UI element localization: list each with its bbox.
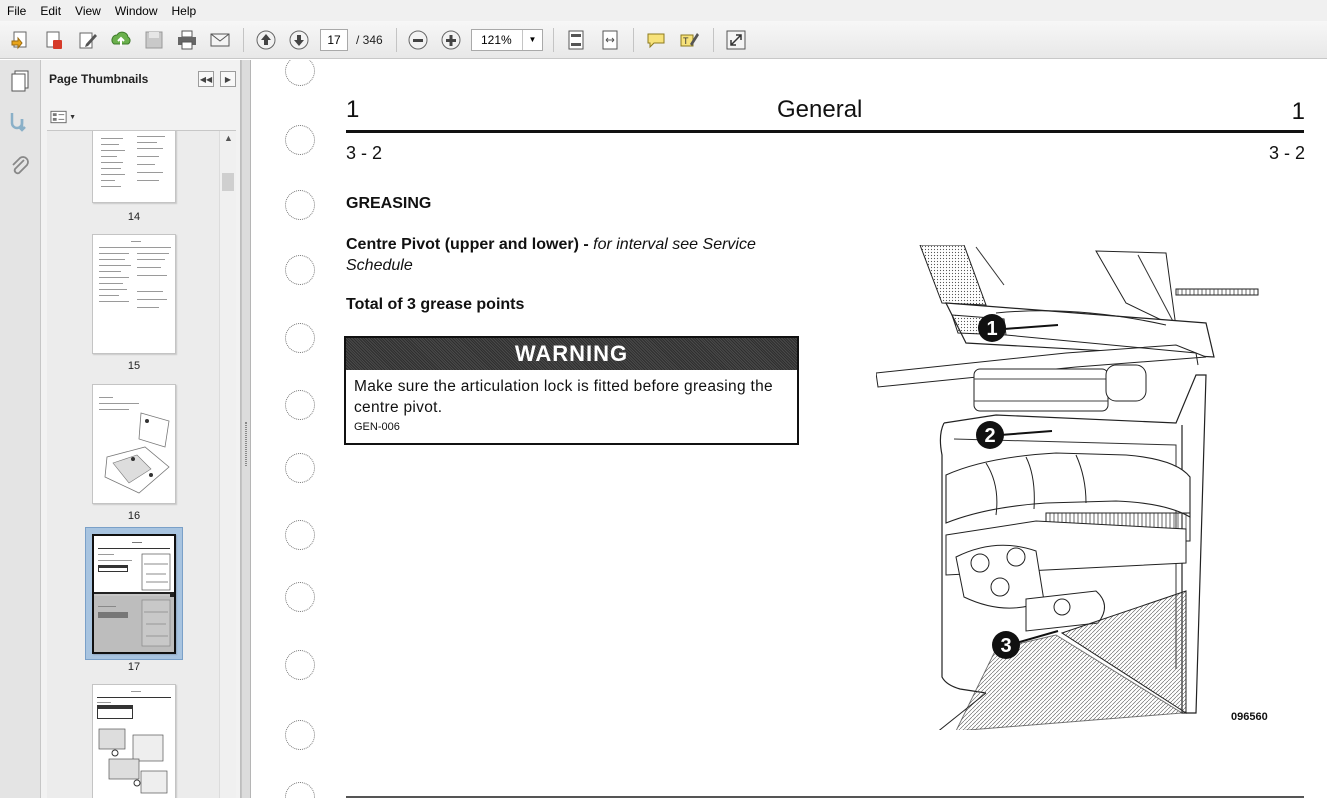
toolbar: 17 / 346 121% ▼ T: [0, 21, 1327, 59]
email-icon[interactable]: [207, 27, 233, 53]
callout-2: 2: [984, 425, 995, 447]
svg-text:T: T: [683, 36, 689, 46]
upload-icon[interactable]: [108, 27, 134, 53]
create-pdf-icon[interactable]: [8, 27, 34, 53]
thumbnail-page[interactable]: [92, 131, 176, 203]
navigation-pane-buttons: [0, 60, 41, 798]
chevron-down-icon: ▼: [69, 113, 76, 121]
toolbar-separator: [633, 28, 634, 52]
pivot-paragraph: Centre Pivot (upper and lower) - for int…: [346, 234, 786, 276]
toolbar-separator: [243, 28, 244, 52]
comment-icon[interactable]: [643, 27, 669, 53]
pane-splitter[interactable]: [241, 60, 251, 798]
expand-icon[interactable]: [723, 27, 749, 53]
punch-hole: [285, 60, 315, 86]
toolbar-separator: [396, 28, 397, 52]
create-pdf-red-icon[interactable]: [41, 27, 67, 53]
page-number-input[interactable]: 17: [320, 29, 348, 51]
centre-pivot-illustration: 1 2 3: [876, 245, 1259, 730]
thumbnail-label: 14: [127, 211, 141, 223]
next-page-icon[interactable]: [286, 27, 312, 53]
warning-title: WARNING: [346, 338, 797, 370]
attachments-icon[interactable]: [8, 154, 32, 183]
chapter-number-right: 1: [1291, 98, 1305, 125]
callout-3: 3: [1000, 635, 1011, 657]
punch-hole: [285, 323, 315, 353]
toolbar-separator: [713, 28, 714, 52]
fit-page-icon[interactable]: [563, 27, 589, 53]
menu-help[interactable]: Help: [165, 4, 204, 18]
grease-points-text: Total of 3 grease points: [346, 296, 525, 313]
punch-hole: [285, 390, 315, 420]
menu-bar: File Edit View Window Help: [0, 0, 1327, 21]
page-title: General: [777, 96, 863, 123]
menu-file[interactable]: File: [0, 4, 33, 18]
chapter-number-left: 1: [346, 96, 360, 123]
punch-hole: [285, 453, 315, 483]
thumbnails-scrollbar[interactable]: ▲: [219, 131, 236, 798]
punch-hole: [285, 520, 315, 550]
thumbnail-page[interactable]: [92, 684, 176, 798]
document-view[interactable]: 1 General 1 3 - 2 3 - 2 GREASING Centre …: [251, 60, 1327, 798]
punch-hole: [285, 720, 315, 750]
page-total: / 346: [356, 33, 383, 47]
warning-text: Make sure the articulation lock is fitte…: [354, 378, 773, 416]
panel-title: Page Thumbnails: [49, 72, 149, 86]
fit-width-icon[interactable]: [597, 27, 623, 53]
previous-page-icon[interactable]: [253, 27, 279, 53]
thumbnail-page[interactable]: [92, 234, 176, 354]
print-icon[interactable]: [174, 27, 200, 53]
figure-code: 096560: [1231, 711, 1268, 723]
callout-1: 1: [986, 318, 997, 340]
section-heading: GREASING: [346, 195, 432, 212]
thumbnail-label: 15: [127, 360, 141, 372]
thumbnail-label: 17: [127, 661, 141, 673]
edit-icon[interactable]: [75, 27, 101, 53]
zoom-in-icon[interactable]: [438, 27, 464, 53]
section-number-left: 3 - 2: [346, 143, 383, 163]
punch-hole: [285, 125, 315, 155]
bookmarks-icon[interactable]: [8, 110, 32, 139]
chevron-right-icon[interactable]: ▶: [220, 71, 236, 87]
menu-window[interactable]: Window: [108, 4, 165, 18]
thumbnail-page-current[interactable]: [92, 534, 176, 654]
options-menu-icon: [50, 110, 67, 124]
warning-box: WARNING Make sure the articulation lock …: [344, 336, 799, 445]
toolbar-separator: [553, 28, 554, 52]
zoom-value: 121%: [481, 33, 512, 47]
punch-hole: [285, 782, 315, 798]
menu-edit[interactable]: Edit: [33, 4, 68, 18]
zoom-out-icon[interactable]: [405, 27, 431, 53]
menu-view[interactable]: View: [68, 4, 108, 18]
chevron-down-icon[interactable]: ▼: [522, 30, 542, 50]
save-icon[interactable]: [141, 27, 167, 53]
scrollbar-thumb[interactable]: [222, 173, 234, 191]
thumbnail-page[interactable]: [92, 384, 176, 504]
chevron-up-icon[interactable]: ▲: [224, 133, 233, 143]
highlight-icon[interactable]: T: [676, 27, 702, 53]
header-rule: [346, 130, 1304, 133]
punch-hole: [285, 255, 315, 285]
collapse-left-icon[interactable]: ◀◀: [198, 71, 214, 87]
section-number-right: 3 - 2: [1268, 143, 1305, 163]
thumbnail-options-button[interactable]: ▼: [50, 109, 76, 125]
pivot-label: Centre Pivot (upper and lower) -: [346, 236, 589, 253]
thumbnails-list[interactable]: 14 15 16 17 ▲: [47, 130, 236, 798]
punch-hole: [285, 582, 315, 612]
warning-code: GEN-006: [354, 421, 400, 433]
punch-hole: [285, 650, 315, 680]
thumbnail-label: 16: [127, 510, 141, 522]
punch-hole: [285, 190, 315, 220]
page-thumbnails-icon[interactable]: [9, 68, 33, 97]
thumbnails-panel: Page Thumbnails ◀◀ ▶ ▼ 14 15 16 17 ▲: [41, 60, 241, 798]
zoom-select[interactable]: 121% ▼: [471, 29, 543, 51]
